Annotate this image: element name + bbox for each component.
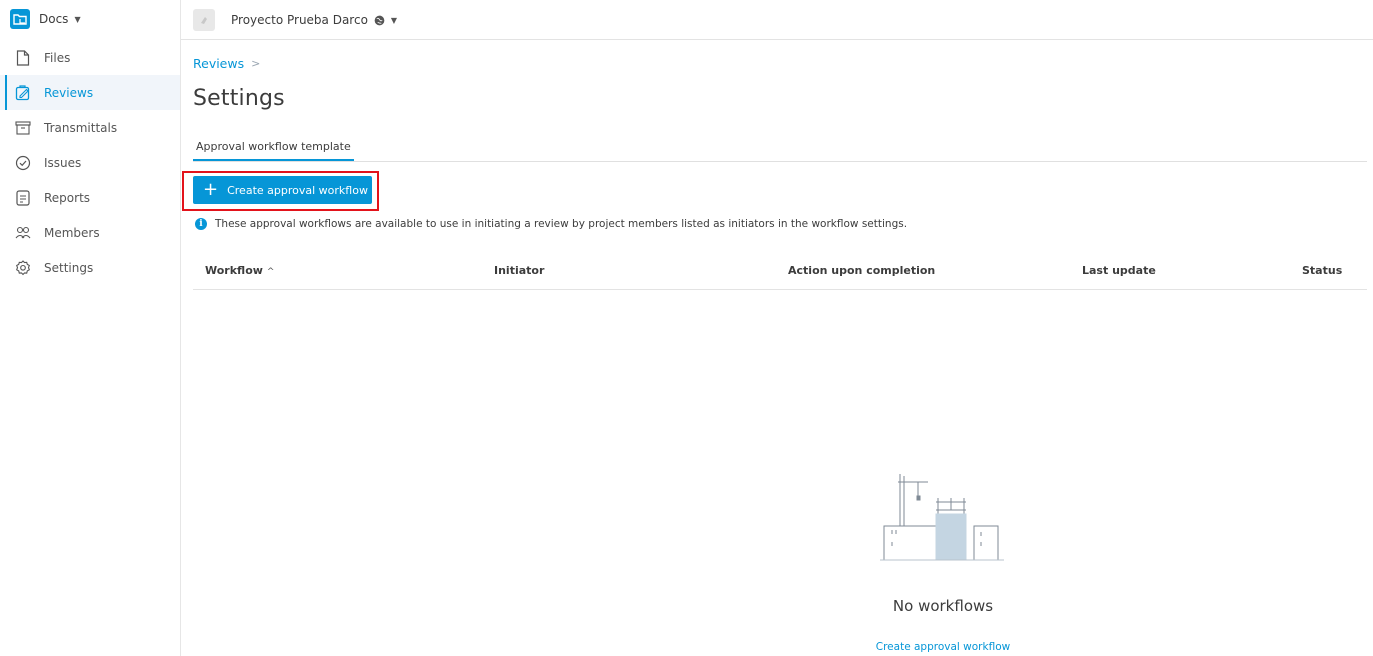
empty-buildings-illustration-icon: [880, 474, 1004, 561]
column-header-action[interactable]: Action upon completion: [788, 264, 935, 277]
globe-icon: [374, 15, 385, 25]
app-name: Docs: [39, 12, 69, 26]
tab-divider: [193, 161, 1367, 162]
members-icon: [15, 225, 31, 241]
sort-ascending-icon: ^: [266, 267, 275, 277]
project-name: Proyecto Prueba Darco: [231, 13, 368, 27]
sidebar-item-files[interactable]: Files: [0, 40, 180, 75]
sidebar-divider: [180, 0, 181, 656]
column-header-initiator[interactable]: Initiator: [494, 264, 544, 277]
column-header-status[interactable]: Status: [1302, 264, 1342, 277]
sidebar-item-label: Transmittals: [44, 120, 118, 135]
column-header-last-update[interactable]: Last update: [1082, 264, 1156, 277]
docs-logo-icon: [10, 9, 30, 29]
column-header-workflow[interactable]: Workflow ^: [205, 264, 274, 277]
sidebar-item-label: Files: [44, 50, 71, 65]
sidebar: Files Reviews Transmittals Issues Report…: [0, 40, 180, 285]
sidebar-item-transmittals[interactable]: Transmittals: [0, 110, 180, 145]
sidebar-item-reviews[interactable]: Reviews: [0, 75, 180, 110]
sidebar-item-issues[interactable]: Issues: [0, 145, 180, 180]
breadcrumb-separator: >: [251, 57, 261, 70]
chevron-down-icon: ▼: [74, 14, 81, 24]
breadcrumb-reviews[interactable]: Reviews: [193, 56, 244, 71]
settings-icon: [15, 259, 31, 276]
sidebar-item-members[interactable]: Members: [0, 215, 180, 250]
sidebar-item-label: Reviews: [44, 85, 94, 100]
create-approval-workflow-button[interactable]: + Create approval workflow: [193, 176, 372, 204]
project-switcher[interactable]: Proyecto Prueba Darco ▼: [193, 9, 397, 31]
sidebar-item-label: Issues: [44, 155, 82, 170]
page-title: Settings: [193, 86, 285, 111]
transmittals-icon: [15, 120, 31, 136]
reports-icon: [15, 189, 31, 206]
header-divider: [181, 39, 1373, 40]
create-button-label: Create approval workflow: [227, 183, 368, 197]
breadcrumb[interactable]: Reviews >: [193, 56, 260, 71]
plus-icon: +: [203, 179, 219, 200]
issues-icon: [15, 155, 31, 171]
sidebar-item-label: Reports: [44, 190, 91, 205]
app-switcher[interactable]: Docs ▼: [10, 9, 81, 29]
sidebar-item-label: Settings: [44, 260, 94, 275]
file-icon: [15, 49, 31, 66]
info-icon: i: [195, 218, 207, 230]
chevron-down-icon: ▼: [390, 15, 398, 25]
info-text: These approval workflows are available t…: [215, 218, 908, 230]
column-label: Workflow: [205, 264, 263, 277]
project-thumbnail-icon: [193, 9, 215, 31]
empty-state-title: No workflows: [892, 597, 994, 615]
info-message: i These approval workflows are available…: [195, 218, 907, 230]
sidebar-item-settings[interactable]: Settings: [0, 250, 180, 285]
empty-state-create-link[interactable]: Create approval workflow: [860, 641, 1026, 653]
reviews-icon: [15, 84, 31, 101]
sidebar-item-reports[interactable]: Reports: [0, 180, 180, 215]
tab-approval-workflow-template[interactable]: Approval workflow template: [193, 140, 354, 161]
sidebar-item-label: Members: [44, 225, 100, 240]
top-bar: Docs ▼ Proyecto Prueba Darco ▼: [0, 0, 1373, 40]
table-header: Workflow ^ Initiator Action upon completi…: [193, 256, 1367, 290]
